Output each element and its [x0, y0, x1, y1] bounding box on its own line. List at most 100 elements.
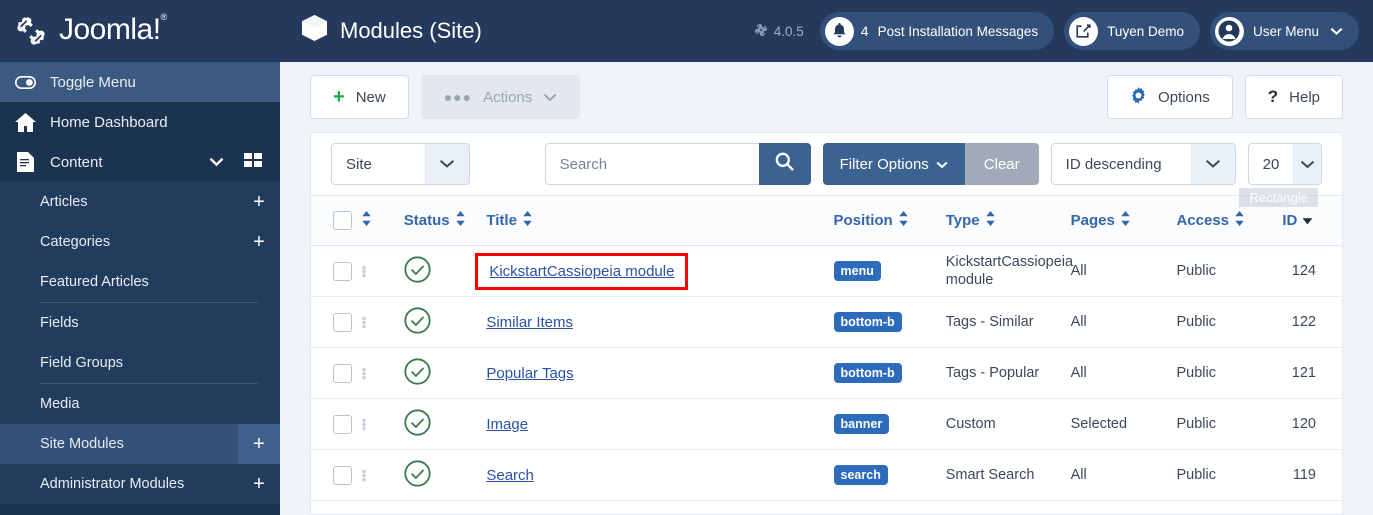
- row-drag-handle[interactable]: • • •: [355, 449, 398, 501]
- filter-options-button[interactable]: Filter Options: [822, 143, 965, 185]
- table-row[interactable]: • • • Image banner Custom Selected Publi…: [311, 398, 1342, 450]
- row-checkbox-cell[interactable]: [311, 245, 356, 297]
- row-type-cell: Smart Search: [939, 449, 1065, 501]
- plus-icon-site-modules[interactable]: +: [238, 424, 280, 464]
- user-menu-label: User Menu: [1252, 23, 1319, 39]
- row-title-cell[interactable]: KickstartCassiopeia module: [475, 245, 828, 297]
- position-badge: bottom-b: [833, 363, 902, 383]
- messages-count: 4: [860, 23, 869, 39]
- help-button[interactable]: ? Help: [1244, 75, 1343, 119]
- plus-icon-categories[interactable]: +: [238, 222, 280, 262]
- joomla-admin-app: Joomla!® Toggle Menu Home Dashboard Cont…: [0, 0, 1373, 515]
- brand-header[interactable]: Joomla!®: [0, 0, 280, 62]
- row-checkbox-cell[interactable]: [311, 449, 356, 501]
- site-preview-button[interactable]: Tuyen Demo: [1064, 12, 1200, 50]
- list-limit-select[interactable]: 20: [1247, 143, 1322, 185]
- sidebar-toggle-menu[interactable]: Toggle Menu: [0, 62, 280, 102]
- row-title-link[interactable]: Similar Items: [486, 314, 573, 331]
- row-status-cell[interactable]: [397, 245, 481, 297]
- table-row[interactable]: • • • Similar Items bottom-b Tags - Simi…: [311, 296, 1342, 348]
- row-drag-handle[interactable]: • • •: [355, 245, 398, 297]
- table-row[interactable]: • • • Search search Smart Search All Pub…: [311, 449, 1342, 501]
- sidebar-item-administrator-modules[interactable]: Administrator Modules +: [0, 464, 280, 504]
- sidebar-item-categories[interactable]: Categories +: [0, 222, 280, 262]
- row-title-cell[interactable]: Similar Items: [480, 296, 828, 348]
- ordering-select[interactable]: ID descending: [1050, 143, 1236, 185]
- grid-icon[interactable]: [240, 153, 266, 171]
- row-checkbox[interactable]: [333, 261, 352, 281]
- row-pages-cell: Selected: [1064, 398, 1171, 450]
- actions-button[interactable]: ●●● Actions: [420, 75, 581, 119]
- th-status[interactable]: Status: [397, 195, 481, 246]
- th-type[interactable]: Type: [939, 195, 1065, 246]
- sidebar-item-articles[interactable]: Articles +: [0, 182, 280, 222]
- user-circle-icon: [1214, 16, 1244, 46]
- row-title-cell[interactable]: Search: [480, 449, 828, 501]
- row-status-cell[interactable]: [397, 449, 481, 501]
- sidebar-item-home-dashboard[interactable]: Home Dashboard: [0, 102, 280, 142]
- th-position[interactable]: Position: [827, 195, 940, 246]
- joomla-mark-icon: [754, 23, 768, 40]
- th-access-label: Access: [1176, 212, 1230, 229]
- table-row[interactable]: • • • Popular Tags bottom-b Tags - Popul…: [311, 347, 1342, 399]
- chevron-down-icon[interactable]: [206, 157, 226, 167]
- drag-dots-icon: • • •: [361, 463, 367, 487]
- table-row[interactable]: • • • KickstartCassiopeia module menu Ki…: [311, 245, 1342, 297]
- th-select-all[interactable]: [311, 195, 356, 246]
- position-badge: banner: [833, 414, 890, 434]
- row-checkbox[interactable]: [333, 363, 352, 383]
- select-all-checkbox[interactable]: [333, 211, 352, 230]
- th-title[interactable]: Title: [480, 195, 828, 246]
- sidebar-item-content[interactable]: Content: [0, 142, 280, 182]
- chevron-down-icon-user: [1330, 24, 1343, 39]
- row-checkbox[interactable]: [333, 465, 352, 485]
- sidebar-item-field-groups[interactable]: Field Groups: [0, 343, 280, 383]
- plus-icon-articles[interactable]: +: [238, 182, 280, 222]
- row-checkbox[interactable]: [333, 312, 352, 332]
- chevron-down-icon-actions: [543, 89, 557, 106]
- row-checkbox-cell[interactable]: [311, 398, 356, 450]
- clear-filters-button[interactable]: Clear: [964, 143, 1039, 185]
- row-drag-handle[interactable]: • • •: [355, 296, 398, 348]
- row-drag-handle[interactable]: • • •: [355, 398, 398, 450]
- row-title-link[interactable]: Search: [486, 467, 534, 484]
- row-checkbox[interactable]: [333, 414, 352, 434]
- row-title-cell[interactable]: Popular Tags: [480, 347, 828, 399]
- sort-icon-status: [455, 211, 466, 230]
- options-button[interactable]: Options: [1107, 75, 1233, 119]
- brand-name: Joomla!®: [59, 12, 167, 46]
- plus-icon-administrator-modules[interactable]: +: [238, 464, 280, 504]
- search-input[interactable]: Search: [544, 143, 759, 185]
- row-status-cell[interactable]: [397, 347, 481, 399]
- sidebar-item-media[interactable]: Media: [0, 384, 280, 424]
- row-title-cell[interactable]: Image: [480, 398, 828, 450]
- joomla-version: 4.0.5: [754, 23, 804, 40]
- modules-table: Status Title Position Type Pages Access …: [311, 195, 1342, 501]
- sidebar-item-featured-articles[interactable]: Featured Articles: [0, 262, 280, 302]
- new-button[interactable]: + New: [310, 75, 409, 119]
- search-button[interactable]: [758, 143, 811, 185]
- row-access-cell: Public: [1170, 296, 1277, 348]
- search-icon: [775, 152, 794, 176]
- row-checkbox-cell[interactable]: [311, 296, 356, 348]
- row-status-cell[interactable]: [397, 398, 481, 450]
- row-title-link[interactable]: Image: [486, 416, 528, 433]
- scope-select[interactable]: Site: [331, 143, 470, 185]
- row-drag-handle[interactable]: • • •: [355, 347, 398, 399]
- new-button-label: New: [355, 88, 386, 106]
- sidebar-item-fields[interactable]: Fields: [0, 303, 280, 343]
- post-installation-messages-button[interactable]: 4 Post Installation Messages: [819, 12, 1055, 50]
- row-pages-cell: All: [1064, 245, 1171, 297]
- th-ordering[interactable]: [355, 195, 398, 246]
- row-access-cell: Public: [1170, 347, 1277, 399]
- page-title: Modules (Site): [302, 15, 482, 47]
- user-menu-button[interactable]: User Menu: [1209, 12, 1359, 50]
- row-title-link[interactable]: Popular Tags: [486, 365, 573, 382]
- row-access-cell: Public: [1170, 398, 1277, 450]
- sidebar-item-site-modules[interactable]: Site Modules +: [0, 424, 280, 464]
- row-checkbox-cell[interactable]: [311, 347, 356, 399]
- row-title-link[interactable]: KickstartCassiopeia module: [489, 263, 674, 280]
- row-status-cell[interactable]: [397, 296, 481, 348]
- th-pages[interactable]: Pages: [1064, 195, 1171, 246]
- list-limit-value: 20: [1262, 155, 1280, 173]
